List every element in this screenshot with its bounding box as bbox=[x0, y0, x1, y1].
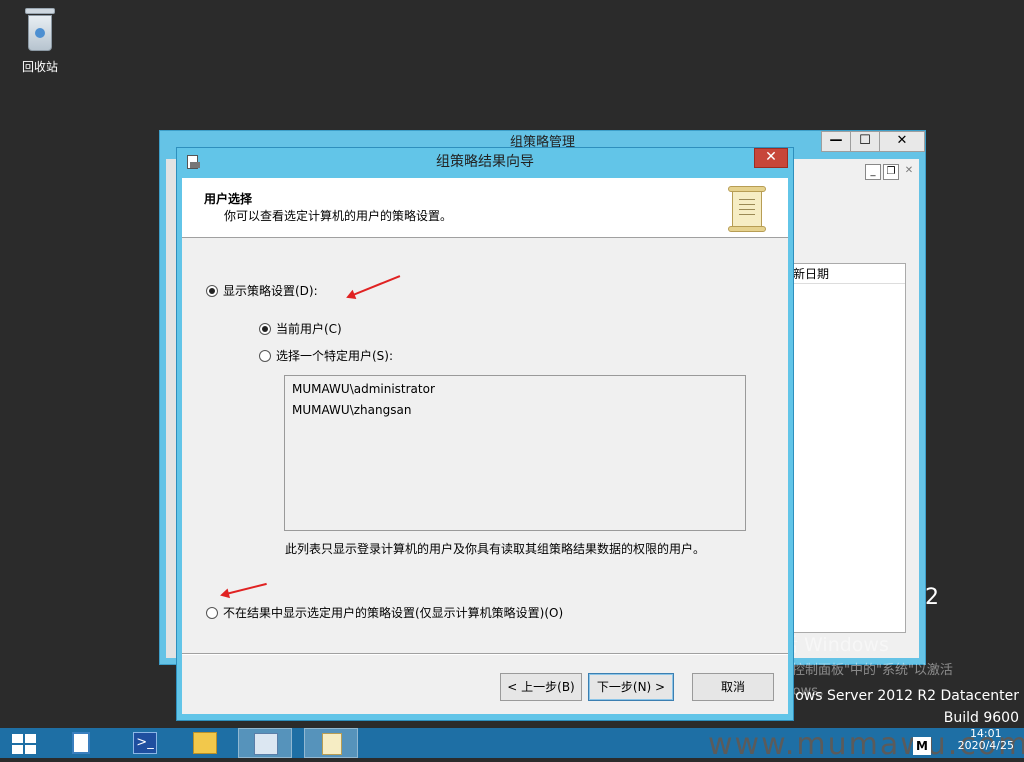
step-subtitle: 你可以查看选定计算机的用户的策略设置。 bbox=[224, 209, 453, 223]
column-header[interactable]: 新日期 bbox=[779, 264, 905, 284]
cancel-button[interactable]: 取消 bbox=[692, 673, 774, 701]
no-user-policy-radio[interactable]: 不在结果中显示选定用户的策略设置(仅显示计算机策略设置)(O) bbox=[206, 604, 563, 621]
gpmc-window-controls: — ☐ ✕ bbox=[821, 131, 925, 152]
mdi-close-button[interactable]: ✕ bbox=[901, 164, 917, 180]
list-item[interactable]: MUMAWU\zhangsan bbox=[292, 400, 738, 421]
gpmc-icon bbox=[254, 733, 278, 755]
radio-unselected-icon bbox=[259, 349, 271, 362]
scroll-icon bbox=[322, 733, 342, 755]
radio-selected-icon bbox=[206, 284, 218, 297]
os-build: Build 9600 bbox=[943, 710, 1019, 726]
wizard-close-button[interactable]: ✕ bbox=[754, 148, 788, 168]
mdi-controls: _ ❐ ✕ bbox=[863, 164, 917, 180]
windows-logo-icon bbox=[12, 734, 36, 754]
gpmc-tree-pane[interactable] bbox=[166, 159, 176, 658]
taskbar-gpmc[interactable] bbox=[238, 728, 292, 758]
wizard-header: 用户选择 你可以查看选定计算机的用户的策略设置。 bbox=[182, 178, 788, 238]
back-button[interactable]: < 上一步(B) bbox=[500, 673, 582, 701]
recycle-bin-shortcut[interactable]: 回收站 bbox=[14, 6, 66, 75]
current-user-radio[interactable]: 当前用户(C) bbox=[259, 320, 342, 337]
user-listbox[interactable]: MUMAWU\administrator MUMAWU\zhangsan bbox=[284, 375, 746, 531]
next-button[interactable]: 下一步(N) > bbox=[588, 673, 674, 701]
radio-selected-icon bbox=[259, 322, 271, 335]
show-policy-label: 显示策略设置(D): bbox=[223, 284, 318, 298]
mdi-restore-button[interactable]: ❐ bbox=[883, 164, 899, 180]
wizard-title: 组策略结果向导 bbox=[436, 154, 534, 170]
powershell-icon: >_ bbox=[133, 732, 157, 754]
maximize-button[interactable]: ☐ bbox=[850, 131, 880, 152]
current-user-label: 当前用户(C) bbox=[276, 322, 342, 336]
scroll-icon bbox=[726, 186, 768, 232]
mdi-minimize-button[interactable]: _ bbox=[865, 164, 881, 180]
list-item[interactable]: MUMAWU\administrator bbox=[292, 379, 738, 400]
gpmc-results-pane[interactable]: 新日期 bbox=[778, 263, 906, 633]
taskbar-powershell[interactable]: >_ bbox=[118, 728, 172, 758]
taskbar-clock[interactable]: 14:01 2020/4/25 bbox=[958, 728, 1014, 752]
recycle-bin-icon bbox=[21, 6, 59, 54]
os-edition: ows Server 2012 R2 Datacenter bbox=[795, 688, 1019, 704]
os-edition-info: ows Server 2012 R2 Datacenter Build 9600 bbox=[795, 685, 1019, 729]
no-user-policy-label: 不在结果中显示选定用户的策略设置(仅显示计算机策略设置)(O) bbox=[223, 606, 564, 620]
background-text: 2 bbox=[925, 585, 939, 610]
radio-unselected-icon bbox=[206, 606, 218, 619]
specific-user-radio[interactable]: 选择一个特定用户(S): bbox=[259, 347, 393, 364]
recycle-bin-label: 回收站 bbox=[21, 60, 58, 74]
tray-m-icon[interactable]: M bbox=[913, 737, 931, 755]
start-button[interactable] bbox=[0, 728, 54, 758]
folder-icon bbox=[193, 732, 217, 754]
step-title: 用户选择 bbox=[204, 192, 253, 206]
gp-results-wizard: 组策略结果向导 ✕ 用户选择 你可以查看选定计算机的用户的策略设置。 显示策略设… bbox=[176, 147, 794, 721]
button-separator bbox=[182, 653, 788, 655]
show-policy-radio[interactable]: 显示策略设置(D): bbox=[206, 282, 318, 299]
taskbar-server-manager[interactable] bbox=[54, 728, 108, 758]
taskbar-file-explorer[interactable] bbox=[178, 728, 232, 758]
minimize-button[interactable]: — bbox=[821, 131, 851, 152]
list-note: 此列表只显示登录计算机的用户及你具有读取其组策略结果数据的权限的用户。 bbox=[285, 542, 706, 556]
wizard-client: 用户选择 你可以查看选定计算机的用户的策略设置。 显示策略设置(D): 当前用户… bbox=[182, 178, 788, 714]
server-manager-icon bbox=[72, 732, 90, 754]
close-button[interactable]: ✕ bbox=[879, 131, 925, 152]
specific-user-label: 选择一个特定用户(S): bbox=[276, 349, 394, 363]
clock-date: 2020/4/25 bbox=[957, 739, 1014, 752]
taskbar-gp-wizard[interactable] bbox=[304, 728, 358, 758]
